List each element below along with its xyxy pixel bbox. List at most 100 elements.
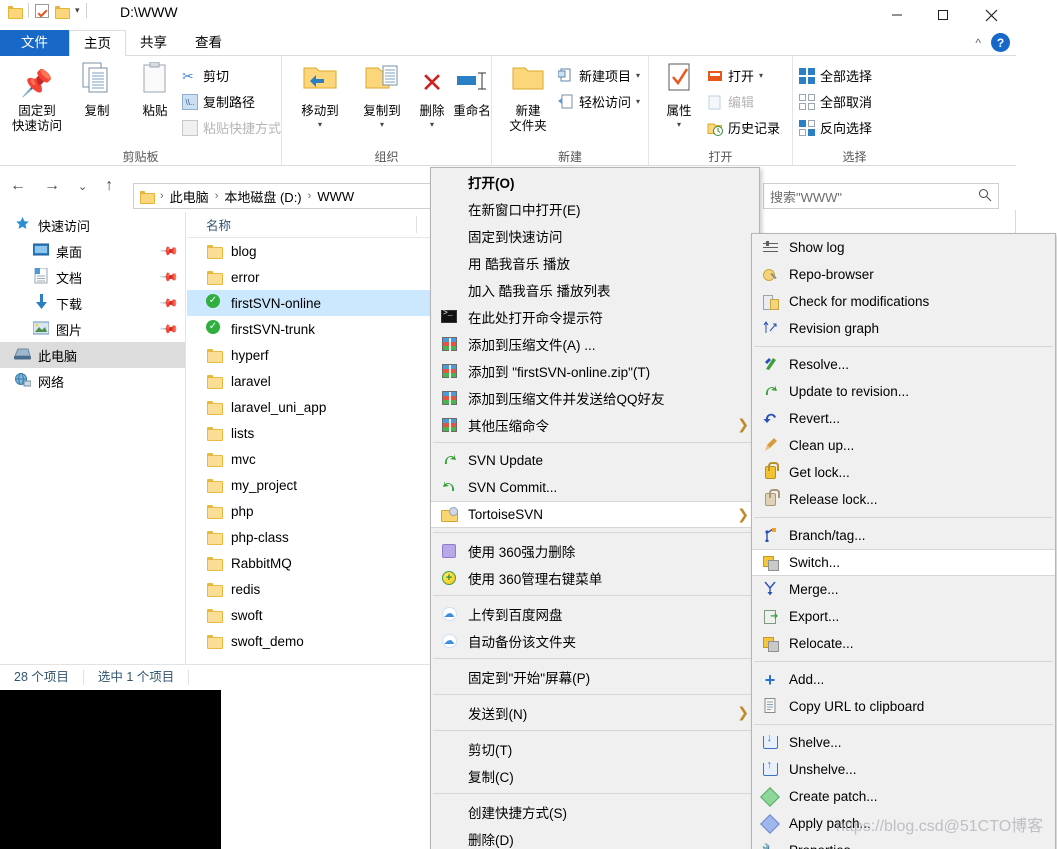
- properties-chevron-down-icon[interactable]: ▾: [655, 117, 703, 132]
- maximize-button[interactable]: [920, 0, 966, 30]
- context-menu-item-15[interactable]: 使用 360强力删除: [431, 537, 759, 564]
- sidebar-item-0[interactable]: 快速访问: [0, 212, 185, 238]
- open-button[interactable]: 打开 ▾: [707, 66, 763, 85]
- context-menu-item-3[interactable]: 用 酷我音乐 播放: [431, 249, 759, 276]
- breadcrumb-www[interactable]: WWW: [317, 189, 354, 204]
- context-menu-item-7[interactable]: 添加到 "firstSVN-online.zip"(T): [431, 357, 759, 384]
- tab-share[interactable]: 共享: [126, 30, 181, 56]
- context-menu-item-6[interactable]: 添加到压缩文件(A) ...: [431, 330, 759, 357]
- tortoisesvn-menu-item-5[interactable]: Resolve...: [752, 351, 1055, 378]
- tortoisesvn-menu-item-23[interactable]: Create patch...: [752, 783, 1055, 810]
- search-box[interactable]: 搜索"WWW": [763, 183, 999, 209]
- close-button[interactable]: [966, 0, 1016, 30]
- tortoisesvn-menu-item-18[interactable]: + Add...: [752, 666, 1055, 693]
- sidebar-item-4[interactable]: 图片 📌: [0, 316, 185, 342]
- tortoisesvn-menu-item-14[interactable]: Merge...: [752, 576, 1055, 603]
- open-chevron-down-icon[interactable]: ▾: [759, 71, 763, 80]
- chevron-right-icon[interactable]: ❯: [737, 416, 749, 433]
- context-menu-item-23[interactable]: 发送到(N) ❯: [431, 699, 759, 726]
- history-button[interactable]: 历史记录: [707, 118, 780, 137]
- context-menu-item-5[interactable]: 在此处打开命令提示符: [431, 303, 759, 330]
- pin-to-quick-access-button[interactable]: 📌 固定到 快速访问: [8, 62, 66, 134]
- minimize-button[interactable]: [874, 0, 920, 30]
- tortoisesvn-menu-item-2[interactable]: Check for modifications: [752, 288, 1055, 315]
- sidebar-item-1[interactable]: 桌面 📌: [0, 238, 185, 264]
- delete-chevron-down-icon[interactable]: ▾: [412, 117, 452, 132]
- tortoisesvn-menu-item-16[interactable]: Relocate...: [752, 630, 1055, 657]
- tortoisesvn-menu-item-19[interactable]: Copy URL to clipboard: [752, 693, 1055, 720]
- breadcrumb-separator-2[interactable]: ›: [308, 190, 312, 202]
- properties-check-icon[interactable]: [35, 3, 49, 18]
- context-menu-item-12[interactable]: SVN Commit...: [431, 474, 759, 501]
- copy-to-button[interactable]: 复制到 ▾: [350, 62, 414, 132]
- sidebar-item-6[interactable]: 网络: [0, 368, 185, 394]
- column-header-name[interactable]: 名称: [206, 215, 231, 234]
- copy-button[interactable]: 复制: [68, 62, 126, 119]
- context-menu-item-0[interactable]: 打开(O): [431, 168, 759, 195]
- context-menu-item-21[interactable]: 固定到"开始"屏幕(P): [431, 663, 759, 690]
- delete-button[interactable]: ✕ 删除 ▾: [412, 62, 452, 132]
- pin-icon[interactable]: 📌: [159, 293, 179, 313]
- up-button[interactable]: ↑: [105, 177, 113, 195]
- tortoisesvn-menu-item-22[interactable]: Unshelve...: [752, 756, 1055, 783]
- cut-button[interactable]: ✂ 剪切: [182, 66, 229, 85]
- new-item-chevron-down-icon[interactable]: ▾: [636, 71, 640, 80]
- rename-button[interactable]: 重命名: [448, 62, 496, 119]
- context-menu-item-9[interactable]: 其他压缩命令 ❯: [431, 411, 759, 438]
- breadcrumb-separator-0[interactable]: ›: [160, 190, 164, 202]
- tortoisesvn-menu-item-13[interactable]: Switch...: [752, 549, 1055, 576]
- sidebar-item-5[interactable]: 此电脑: [0, 342, 185, 368]
- tortoisesvn-menu-item-1[interactable]: Repo-browser: [752, 261, 1055, 288]
- new-item-button[interactable]: 新建项目 ▾: [557, 66, 640, 85]
- context-menu-item-28[interactable]: 创建快捷方式(S): [431, 798, 759, 825]
- context-menu-item-26[interactable]: 复制(C): [431, 762, 759, 789]
- chevron-right-icon[interactable]: ❯: [737, 506, 749, 523]
- move-to-chevron-down-icon[interactable]: ▾: [288, 117, 352, 132]
- forward-button[interactable]: →: [44, 177, 60, 195]
- tortoisesvn-menu-item-25[interactable]: 🔧 Properties: [752, 837, 1055, 849]
- context-menu-item-11[interactable]: SVN Update: [431, 447, 759, 474]
- move-to-button[interactable]: 移动到 ▾: [288, 62, 352, 132]
- easy-access-chevron-down-icon[interactable]: ▾: [636, 97, 640, 106]
- help-icon[interactable]: ?: [991, 33, 1010, 52]
- back-button[interactable]: ←: [10, 177, 26, 195]
- recent-locations-chevron-down-icon[interactable]: ⌄: [78, 180, 87, 193]
- context-menu-item-2[interactable]: 固定到快速访问: [431, 222, 759, 249]
- paste-button[interactable]: 粘贴: [126, 61, 184, 119]
- breadcrumb-local-disk[interactable]: 本地磁盘 (D:): [224, 187, 301, 206]
- copy-path-button[interactable]: \\.. 复制路径: [182, 92, 255, 111]
- context-menu-item-1[interactable]: 在新窗口中打开(E): [431, 195, 759, 222]
- tortoisesvn-menu-item-12[interactable]: Branch/tag...: [752, 522, 1055, 549]
- select-none-button[interactable]: 全部取消: [799, 92, 872, 111]
- tortoisesvn-menu-item-10[interactable]: Release lock...: [752, 486, 1055, 513]
- easy-access-button[interactable]: 轻松访问 ▾: [558, 92, 640, 111]
- context-menu-item-8[interactable]: 添加到压缩文件并发送给QQ好友: [431, 384, 759, 411]
- column-divider-1[interactable]: [416, 216, 417, 233]
- tortoisesvn-menu-item-6[interactable]: Update to revision...: [752, 378, 1055, 405]
- invert-selection-button[interactable]: 反向选择: [799, 118, 872, 137]
- sidebar-item-2[interactable]: 文档 📌: [0, 264, 185, 290]
- pin-icon[interactable]: 📌: [159, 319, 179, 339]
- tortoisesvn-menu-item-21[interactable]: Shelve...: [752, 729, 1055, 756]
- tortoisesvn-menu-item-0[interactable]: Show log: [752, 234, 1055, 261]
- breadcrumb-this-pc[interactable]: 此电脑: [170, 187, 209, 206]
- tab-home[interactable]: 主页: [69, 30, 126, 57]
- tortoisesvn-menu-item-8[interactable]: Clean up...: [752, 432, 1055, 459]
- tab-file[interactable]: 文件: [0, 30, 69, 56]
- chevron-right-icon[interactable]: ❯: [737, 704, 749, 721]
- pin-icon[interactable]: 📌: [159, 241, 179, 261]
- tortoisesvn-menu-item-9[interactable]: Get lock...: [752, 459, 1055, 486]
- properties-button[interactable]: 属性 ▾: [655, 62, 703, 132]
- tortoisesvn-menu-item-7[interactable]: Revert...: [752, 405, 1055, 432]
- copy-to-chevron-down-icon[interactable]: ▾: [350, 117, 414, 132]
- context-menu-item-13[interactable]: TortoiseSVN ❯: [431, 501, 759, 528]
- context-menu-item-4[interactable]: 加入 酷我音乐 播放列表: [431, 276, 759, 303]
- tortoisesvn-menu-item-15[interactable]: Export...: [752, 603, 1055, 630]
- tab-view[interactable]: 查看: [181, 30, 236, 56]
- sidebar-item-3[interactable]: 下载 📌: [0, 290, 185, 316]
- context-menu-item-16[interactable]: + 使用 360管理右键菜单: [431, 564, 759, 591]
- new-folder-button[interactable]: 新建 文件夹: [500, 62, 556, 134]
- search-icon[interactable]: [978, 188, 992, 205]
- context-menu-item-29[interactable]: 删除(D): [431, 825, 759, 849]
- collapse-ribbon-icon[interactable]: ^: [975, 36, 981, 50]
